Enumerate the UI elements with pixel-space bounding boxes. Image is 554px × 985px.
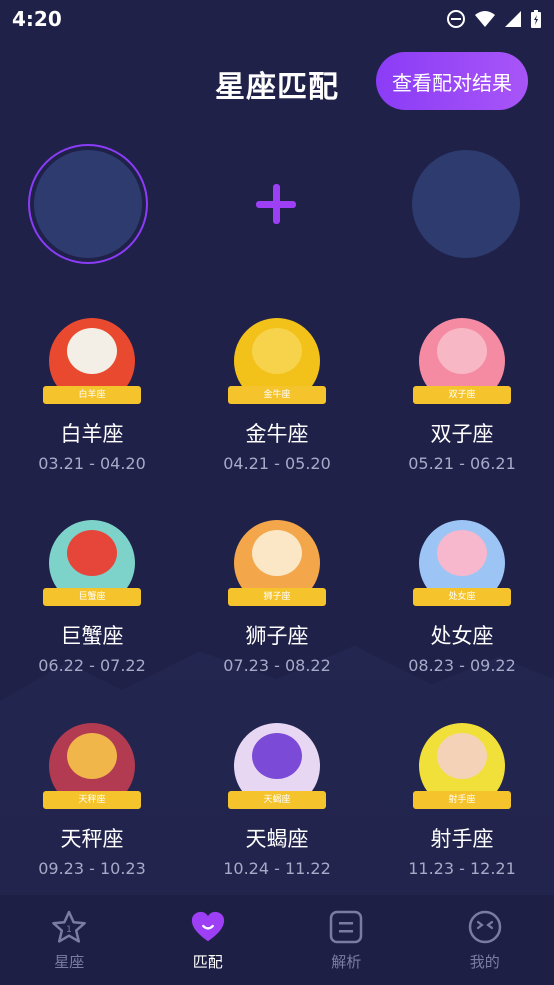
nav-item-match[interactable]: 匹配: [139, 895, 278, 985]
sign-name: 射手座: [430, 827, 494, 851]
sign-card-cancer[interactable]: 巨蟹座 巨蟹座 06.22 - 07.22: [0, 520, 184, 675]
sign-card-libra[interactable]: 天秤座 天秤座 09.23 - 10.23: [0, 723, 184, 878]
virgo-ribbon: 处女座: [413, 588, 511, 606]
heart-icon: [190, 909, 226, 945]
sign-dates: 10.24 - 11.22: [223, 859, 331, 878]
sign-dates: 04.21 - 05.20: [223, 454, 331, 473]
sign-dates: 07.23 - 08.22: [223, 656, 331, 675]
view-match-result-button[interactable]: 查看配对结果: [376, 52, 528, 110]
sign-name: 天蝎座: [245, 827, 309, 851]
leo-emblem: 狮子座: [228, 520, 326, 606]
gemini-emblem: 双子座: [413, 318, 511, 404]
libra-emblem: 天秤座: [43, 723, 141, 809]
sign-dates: 09.23 - 10.23: [38, 859, 146, 878]
sign-card-scorpio[interactable]: 天蝎座 天蝎座 10.24 - 11.22: [185, 723, 369, 878]
sign-card-gemini[interactable]: 双子座 双子座 05.21 - 06.21: [370, 318, 554, 473]
sign-card-aries[interactable]: 白羊座 白羊座 03.21 - 04.20: [0, 318, 184, 473]
sagittarius-emblem: 射手座: [413, 723, 511, 809]
wifi-icon: [475, 11, 495, 27]
sign-dates: 06.22 - 07.22: [38, 656, 146, 675]
second-sign-slot[interactable]: [412, 150, 520, 258]
battery-icon: [531, 10, 541, 28]
sign-dates: 05.21 - 06.21: [408, 454, 516, 473]
sign-name: 双子座: [430, 422, 494, 446]
nav-item-star[interactable]: 1 星座: [0, 895, 139, 985]
sign-card-leo[interactable]: 狮子座 狮子座 07.23 - 08.22: [185, 520, 369, 675]
sign-card-sagittarius[interactable]: 射手座 射手座 11.23 - 12.21: [370, 723, 554, 878]
sign-name: 巨蟹座: [60, 624, 124, 648]
sign-name: 金牛座: [245, 422, 309, 446]
do-not-disturb-icon: [447, 10, 465, 28]
status-bar: 4:20: [0, 0, 554, 38]
signal-icon: [505, 11, 521, 27]
aries-emblem: 白羊座: [43, 318, 141, 404]
bottom-nav: 1 星座 匹配 解析 我的: [0, 895, 554, 985]
profile-icon: [467, 909, 503, 945]
taurus-ribbon: 金牛座: [228, 386, 326, 404]
sign-card-virgo[interactable]: 处女座 处女座 08.23 - 09.22: [370, 520, 554, 675]
sign-name: 天秤座: [60, 827, 124, 851]
scorpio-ribbon: 天蝎座: [228, 791, 326, 809]
status-time: 4:20: [12, 7, 62, 31]
first-sign-slot[interactable]: [34, 150, 142, 258]
nav-item-analysis[interactable]: 解析: [277, 895, 416, 985]
nav-label: 我的: [469, 952, 500, 971]
leo-ribbon: 狮子座: [228, 588, 326, 606]
star-icon: 1: [51, 909, 87, 945]
scorpio-emblem: 天蝎座: [228, 723, 326, 809]
gemini-ribbon: 双子座: [413, 386, 511, 404]
nav-item-profile[interactable]: 我的: [416, 895, 554, 985]
sign-name: 白羊座: [60, 422, 124, 446]
nav-label: 星座: [54, 952, 85, 971]
taurus-emblem: 金牛座: [228, 318, 326, 404]
plus-icon: [256, 184, 296, 224]
analysis-icon: [328, 909, 364, 945]
sign-card-taurus[interactable]: 金牛座 金牛座 04.21 - 05.20: [185, 318, 369, 473]
status-icons: [446, 9, 542, 29]
sign-dates: 03.21 - 04.20: [38, 454, 146, 473]
sign-name: 狮子座: [245, 624, 309, 648]
cancer-ribbon: 巨蟹座: [43, 588, 141, 606]
svg-text:1: 1: [66, 925, 72, 935]
sign-name: 处女座: [430, 624, 494, 648]
nav-label: 解析: [331, 952, 362, 971]
nav-label: 匹配: [192, 952, 223, 971]
sign-dates: 08.23 - 09.22: [408, 656, 516, 675]
libra-ribbon: 天秤座: [43, 791, 141, 809]
virgo-emblem: 处女座: [413, 520, 511, 606]
cancer-emblem: 巨蟹座: [43, 520, 141, 606]
sign-dates: 11.23 - 12.21: [408, 859, 516, 878]
sagittarius-ribbon: 射手座: [413, 791, 511, 809]
aries-ribbon: 白羊座: [43, 386, 141, 404]
